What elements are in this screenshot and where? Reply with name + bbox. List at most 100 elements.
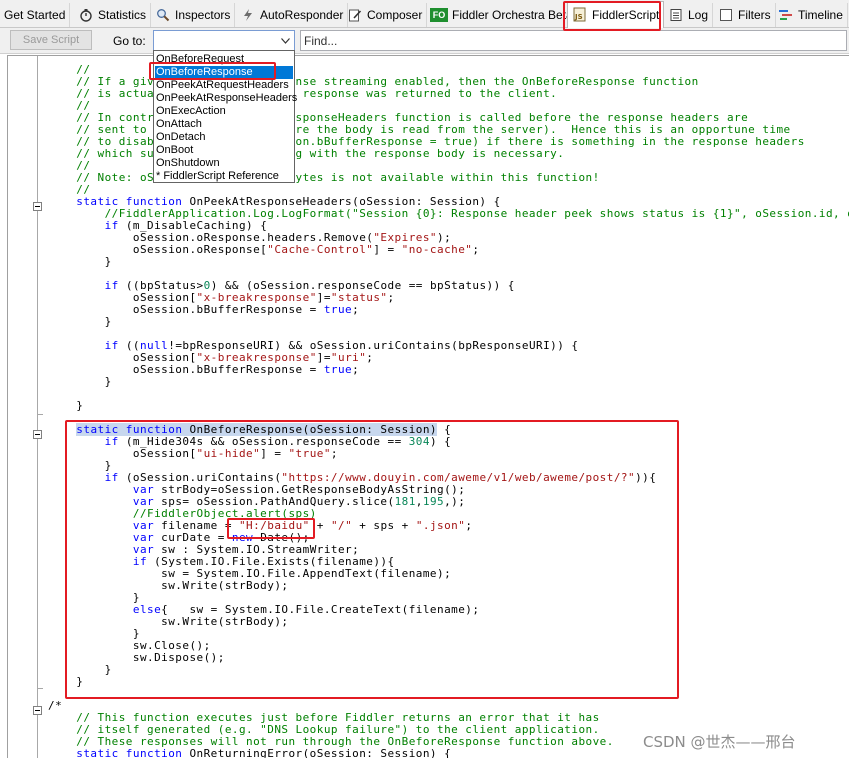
goto-dropdown-list[interactable]: OnBeforeRequest OnBeforeResponse OnPeekAtR…: [153, 50, 297, 183]
code-token: ;: [472, 243, 480, 256]
code-token: ;: [352, 303, 360, 316]
code-line: }: [48, 676, 83, 688]
script-editor[interactable]: // // If a given session has response st…: [7, 55, 849, 758]
code-token: }: [48, 375, 112, 388]
code-line: }: [48, 400, 83, 412]
tab-label: AutoResponder: [260, 8, 344, 22]
code-line: oSession.oResponse["Cache-Control"] = "n…: [48, 244, 479, 256]
dropdown-item[interactable]: OnBoot: [155, 144, 293, 157]
code-token: ,);: [444, 495, 466, 508]
stopwatch-icon: [78, 7, 94, 23]
tab-label: Filters: [738, 8, 771, 22]
tab-label: Fiddler Orchestra Beta: [452, 8, 573, 22]
code-token: // which suggests that tampering with th…: [48, 147, 565, 160]
checkbox-icon: [718, 7, 734, 23]
code-token: )){: [635, 471, 657, 484]
tab-timeline[interactable]: Timeline: [774, 3, 848, 27]
code-token: "true": [288, 447, 331, 460]
save-script-button[interactable]: Save Script: [10, 30, 92, 50]
collapse-icon[interactable]: [33, 202, 42, 211]
code-token: "no-cache": [401, 243, 473, 256]
fold-guide-line: [37, 56, 38, 758]
code-token: }: [48, 399, 84, 412]
code-token: +: [309, 519, 331, 532]
svg-text:JS: JS: [574, 13, 583, 21]
code-token: true: [323, 303, 353, 316]
collapse-icon[interactable]: [33, 430, 42, 439]
code-token: "/": [330, 519, 353, 532]
goto-label: Go to:: [113, 34, 146, 48]
tab-get-started[interactable]: Get Started: [0, 3, 71, 27]
dropdown-item[interactable]: * FiddlerScript Reference: [155, 170, 293, 183]
dropdown-item[interactable]: OnDetach: [155, 131, 293, 144]
code-token: true: [323, 363, 353, 376]
fold-gutter: [8, 56, 52, 758]
code-line: // which suggests that tampering with th…: [48, 148, 564, 160]
timeline-icon: [778, 7, 794, 23]
code-line: // Note: oSession.responseBodyBytes is n…: [48, 172, 600, 184]
watermark-text: CSDN @世杰——邢台: [643, 733, 796, 751]
code-token: "Cache-Control": [267, 243, 374, 256]
dropdown-item[interactable]: OnShutdown: [155, 157, 293, 170]
code-token: }: [48, 255, 112, 268]
fold-end-marker: [37, 688, 43, 689]
code-token: }: [48, 315, 112, 328]
code-line: }: [48, 316, 112, 328]
dropdown-item[interactable]: OnExecAction: [155, 105, 293, 118]
magnifier-icon: [155, 7, 171, 23]
tab-inspectors[interactable]: Inspectors: [151, 3, 236, 27]
tab-label: Timeline: [798, 8, 843, 22]
tab-label: Inspectors: [175, 8, 231, 22]
js-script-icon: JS: [572, 7, 588, 23]
code-token: ,: [415, 495, 423, 508]
code-token: + sps +: [352, 519, 416, 532]
code-token: // Note: oSession.responseBodyBytes is n…: [48, 171, 600, 184]
tab-bar: Get Started Statistics Inspectors AutoRe…: [0, 0, 849, 28]
tab-statistics[interactable]: Statistics: [74, 3, 152, 27]
tab-fiddler-orchestra-beta[interactable]: FO Fiddler Orchestra Beta: [426, 3, 578, 27]
dropdown-item[interactable]: OnPeekAtResponseHeaders: [155, 92, 297, 105]
code-token: 181: [394, 495, 416, 508]
code-line: // is actually called AFTER the response…: [48, 88, 557, 100]
fold-end-marker: [37, 414, 43, 415]
tab-label: Get Started: [4, 8, 66, 22]
tab-log[interactable]: Log: [664, 3, 714, 27]
code-token: ) {: [429, 435, 452, 448]
tab-label: Composer: [367, 8, 423, 22]
fo-badge-icon: FO: [430, 8, 448, 22]
find-input[interactable]: [300, 30, 847, 51]
code-token: // is actually called AFTER the response…: [48, 87, 558, 100]
code-token: static function: [48, 747, 190, 758]
code-line: }: [48, 376, 112, 388]
code-token: ;: [330, 447, 338, 460]
tab-label: FiddlerScript: [592, 8, 660, 22]
collapse-icon[interactable]: [33, 706, 42, 715]
dropdown-item[interactable]: OnBeforeResponse: [155, 66, 293, 79]
dropdown-item[interactable]: OnAttach: [155, 118, 293, 131]
code-token: OnReturningError(oSession: Session) {: [189, 747, 452, 758]
code-token: ;: [366, 351, 374, 364]
code-token: }: [48, 675, 84, 688]
tab-filters[interactable]: Filters: [714, 3, 776, 27]
tab-label: Log: [688, 8, 709, 22]
tab-autoresponder[interactable]: AutoResponder: [236, 3, 349, 27]
tab-label: Statistics: [98, 8, 147, 22]
chevron-down-icon[interactable]: [277, 31, 294, 50]
goto-select[interactable]: [153, 30, 295, 51]
script-toolbar: Save Script Go to:: [0, 28, 849, 54]
dropdown-item[interactable]: OnBeforeRequest: [155, 53, 293, 66]
tab-composer[interactable]: Composer: [343, 3, 428, 27]
tab-fiddlerscript[interactable]: JS FiddlerScript: [567, 1, 665, 28]
code-line: static function OnReturningError(oSessio…: [48, 748, 451, 758]
code-token: ] =: [373, 243, 402, 256]
code-token: 304: [408, 435, 430, 448]
code-token: "ui-hide": [196, 447, 261, 460]
pencil-icon: [347, 7, 363, 23]
log-icon: [668, 7, 684, 23]
lightning-icon: [240, 7, 256, 23]
code-token: ] =: [260, 447, 289, 460]
code-token: ;: [352, 363, 360, 376]
dropdown-item[interactable]: OnPeekAtRequestHeaders: [155, 79, 293, 92]
code-token: ;: [465, 519, 473, 532]
code-line: }: [48, 256, 112, 268]
